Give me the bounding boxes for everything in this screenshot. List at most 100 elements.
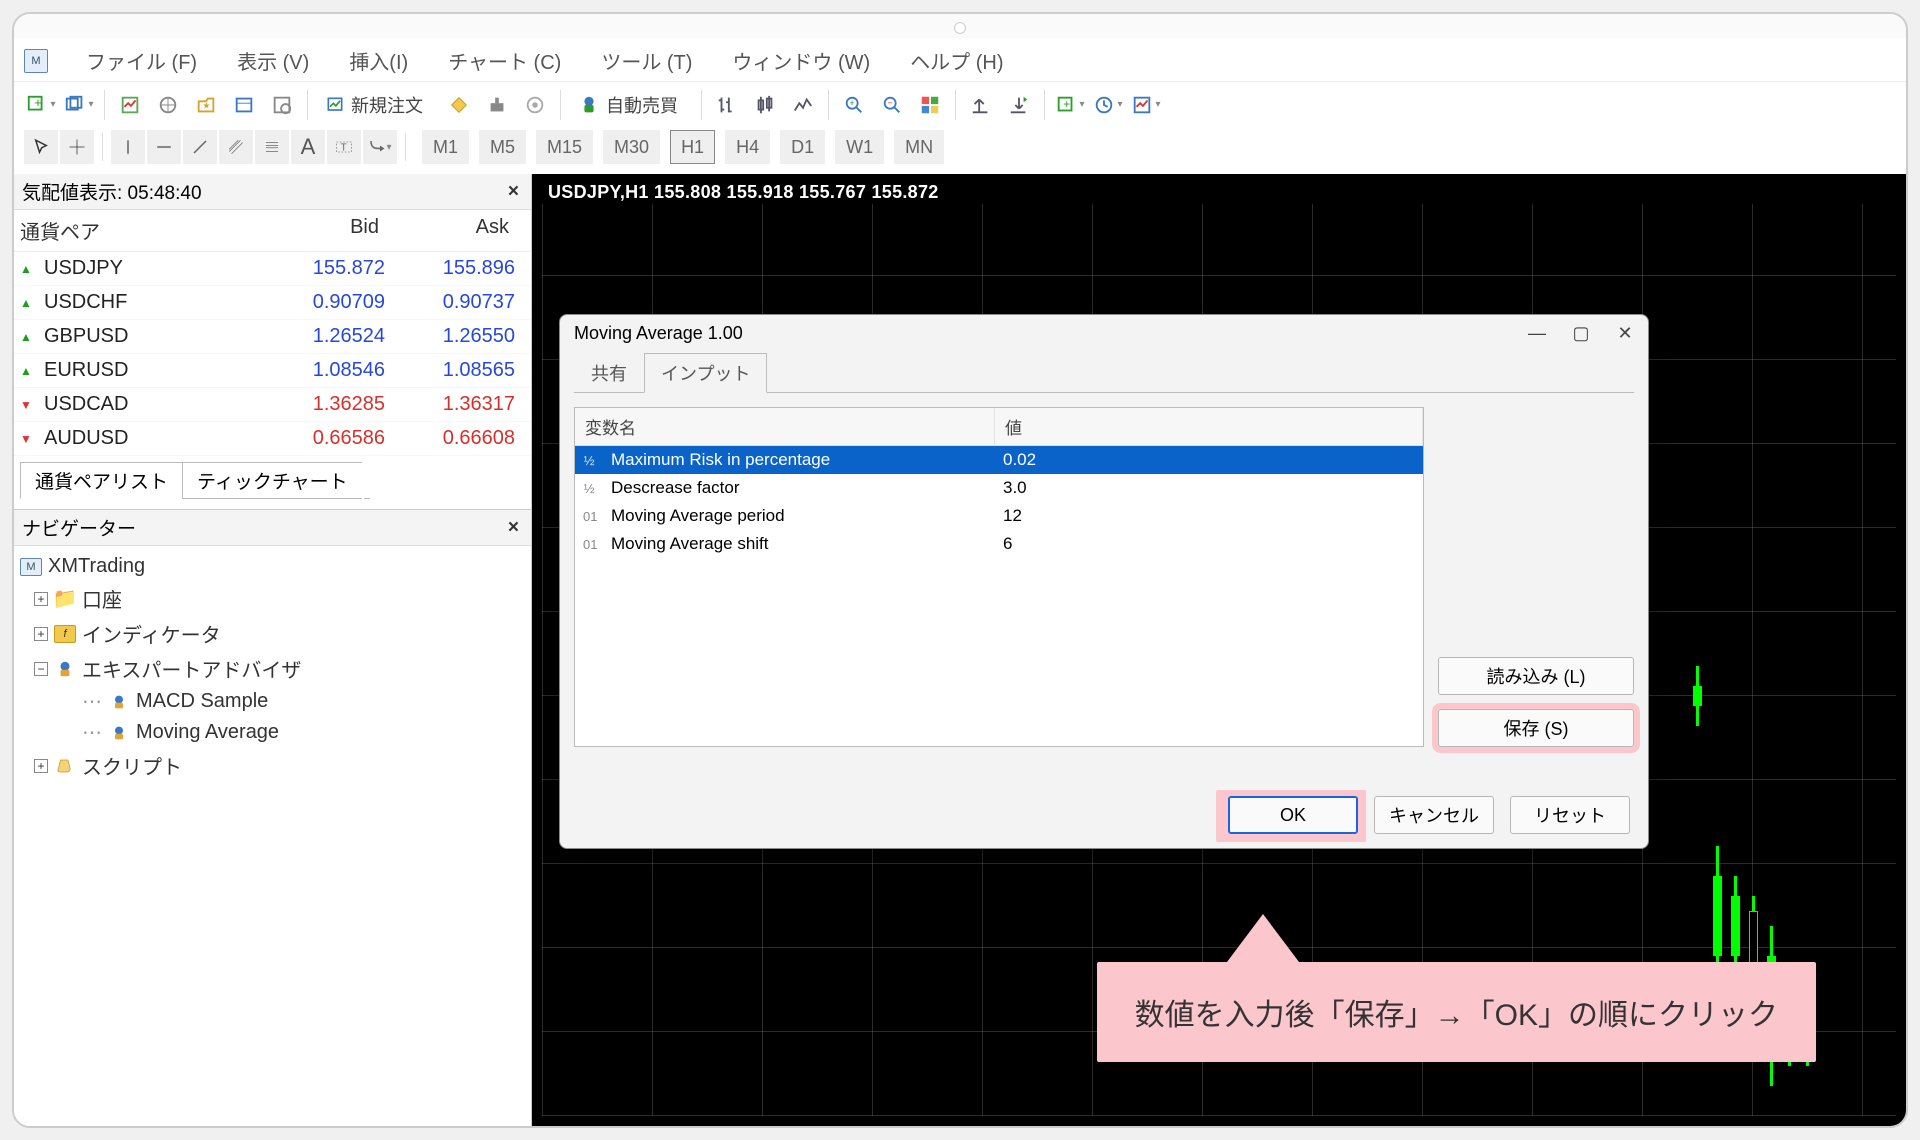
mw-col-pair[interactable]: 通貨ペア (20, 216, 249, 245)
menu-insert[interactable]: 挿入(I) (329, 44, 428, 77)
indicators-button[interactable]: +▾ (1053, 88, 1087, 122)
load-button[interactable]: 読み込み (L) (1438, 657, 1634, 695)
expand-icon[interactable]: + (34, 627, 48, 641)
terminal-toggle[interactable] (227, 88, 261, 122)
new-chart-button[interactable]: +▾ (24, 88, 58, 122)
menu-view[interactable]: 表示 (V) (217, 44, 329, 77)
mw-col-ask[interactable]: Ask (379, 216, 509, 245)
mw-col-bid[interactable]: Bid (249, 216, 379, 245)
mw-tab-symbols[interactable]: 通貨ペアリスト (20, 462, 182, 499)
direction-icon: ▼ (20, 398, 44, 412)
menu-window[interactable]: ウィンドウ (W) (712, 44, 890, 77)
bar-chart-button[interactable] (710, 88, 744, 122)
mw-row-usdcad[interactable]: ▼USDCAD1.362851.36317 (14, 388, 531, 422)
new-order-button[interactable]: 新規注文 (316, 88, 438, 122)
tree-ea-macd[interactable]: ⋯ MACD Sample (18, 686, 527, 717)
zoom-in-button[interactable]: + (837, 88, 871, 122)
svg-text:T: T (341, 142, 347, 153)
text-tool[interactable]: A (291, 130, 325, 164)
navigator-toggle[interactable]: ★ (189, 88, 223, 122)
metaeditor-button[interactable] (442, 88, 476, 122)
dialog-tab-inputs[interactable]: インプット (644, 353, 767, 393)
inputs-table[interactable]: 変数名 値 ½Maximum Risk in percentage0.02½De… (574, 407, 1424, 747)
timeframe-d1[interactable]: D1 (780, 130, 825, 164)
mw-row-usdchf[interactable]: ▲USDCHF0.907090.90737 (14, 286, 531, 320)
templates-button[interactable]: ▾ (1129, 88, 1163, 122)
arrows-tool[interactable]: ▾ (363, 130, 397, 164)
vertical-line-tool[interactable] (111, 130, 145, 164)
dialog-close-icon[interactable]: ✕ (1616, 323, 1634, 344)
equidistant-channel-tool[interactable] (219, 130, 253, 164)
tree-ea-ma[interactable]: ⋯ Moving Average (18, 717, 527, 748)
input-row[interactable]: 01Moving Average shift6 (575, 530, 1423, 558)
text-label-tool[interactable]: T (327, 130, 361, 164)
auto-trade-button[interactable]: 自動売買 (569, 88, 693, 122)
trendline-tool[interactable] (183, 130, 217, 164)
reset-button[interactable]: リセット (1510, 796, 1630, 834)
timeframe-h4[interactable]: H4 (725, 130, 770, 164)
timeframe-m15[interactable]: M15 (536, 130, 593, 164)
navigator-close-icon[interactable]: × (504, 517, 523, 539)
fibonacci-tool[interactable] (255, 130, 289, 164)
strategy-tester-toggle[interactable] (265, 88, 299, 122)
timeframe-m30[interactable]: M30 (603, 130, 660, 164)
candle-chart-button[interactable] (748, 88, 782, 122)
input-value[interactable]: 3.0 (995, 474, 1423, 502)
cancel-button[interactable]: キャンセル (1374, 796, 1494, 834)
market-watch-header: 気配値表示: 05:48:40 × (14, 174, 531, 210)
tree-indicators[interactable]: + f インディケータ (18, 616, 527, 651)
tree-experts[interactable]: − エキスパートアドバイザ (18, 651, 527, 686)
tree-ea-ma-label: Moving Average (136, 721, 279, 744)
timeframe-h1[interactable]: H1 (670, 130, 715, 164)
collapse-icon[interactable]: − (34, 662, 48, 676)
zoom-out-button[interactable]: − (875, 88, 909, 122)
save-button[interactable]: 保存 (S) (1438, 709, 1634, 747)
input-row[interactable]: ½Maximum Risk in percentage0.02 (575, 446, 1423, 474)
crosshair-tool[interactable] (60, 130, 94, 164)
menu-file[interactable]: ファイル (F) (66, 44, 217, 77)
auto-scroll-button[interactable] (964, 88, 998, 122)
input-row[interactable]: 01Moving Average period12 (575, 502, 1423, 530)
expand-icon[interactable]: + (34, 759, 48, 773)
market-watch-close-icon[interactable]: × (504, 181, 523, 203)
tile-windows-button[interactable] (913, 88, 947, 122)
tree-accounts[interactable]: + 📁 口座 (18, 581, 527, 616)
cursor-tool[interactable] (24, 130, 58, 164)
timeframe-m1[interactable]: M1 (422, 130, 469, 164)
input-value[interactable]: 6 (995, 530, 1423, 558)
dialog-minimize-icon[interactable]: — (1528, 323, 1546, 344)
ok-button[interactable]: OK (1228, 796, 1358, 834)
timeframe-mn[interactable]: MN (894, 130, 944, 164)
inputs-col-name[interactable]: 変数名 (575, 408, 995, 445)
expand-icon[interactable]: + (34, 592, 48, 606)
menu-tools[interactable]: ツール (T) (581, 44, 712, 77)
tree-scripts[interactable]: + スクリプト (18, 748, 527, 783)
periodicity-button[interactable]: ▾ (1091, 88, 1125, 122)
mw-tab-tick[interactable]: ティックチャート (182, 462, 362, 499)
data-window-toggle[interactable] (151, 88, 185, 122)
input-value[interactable]: 0.02 (995, 446, 1423, 474)
inputs-col-value[interactable]: 値 (995, 408, 1423, 445)
options-button[interactable] (480, 88, 514, 122)
mw-row-eurusd[interactable]: ▲EURUSD1.085461.08565 (14, 354, 531, 388)
profiles-button[interactable]: ▾ (62, 88, 96, 122)
market-watch-toggle[interactable] (113, 88, 147, 122)
line-chart-button[interactable] (786, 88, 820, 122)
input-value[interactable]: 12 (995, 502, 1423, 530)
input-row[interactable]: ½Descrease factor3.0 (575, 474, 1423, 502)
mw-row-usdjpy[interactable]: ▲USDJPY155.872155.896 (14, 252, 531, 286)
mw-row-audusd[interactable]: ▼AUDUSD0.665860.66608 (14, 422, 531, 456)
timeframe-w1[interactable]: W1 (835, 130, 884, 164)
mw-row-gbpusd[interactable]: ▲GBPUSD1.265241.26550 (14, 320, 531, 354)
type-icon: 01 (575, 505, 603, 528)
tree-root[interactable]: M XMTrading (18, 552, 527, 581)
dialog-tab-common[interactable]: 共有 (574, 353, 644, 393)
menu-chart[interactable]: チャート (C) (428, 44, 581, 77)
menu-help[interactable]: ヘルプ (H) (890, 44, 1023, 77)
fullscreen-button[interactable] (518, 88, 552, 122)
dialog-maximize-icon[interactable]: ▢ (1572, 323, 1590, 344)
horizontal-line-tool[interactable] (147, 130, 181, 164)
dialog-titlebar[interactable]: Moving Average 1.00 — ▢ ✕ (560, 315, 1648, 352)
timeframe-m5[interactable]: M5 (479, 130, 526, 164)
chart-shift-button[interactable] (1002, 88, 1036, 122)
